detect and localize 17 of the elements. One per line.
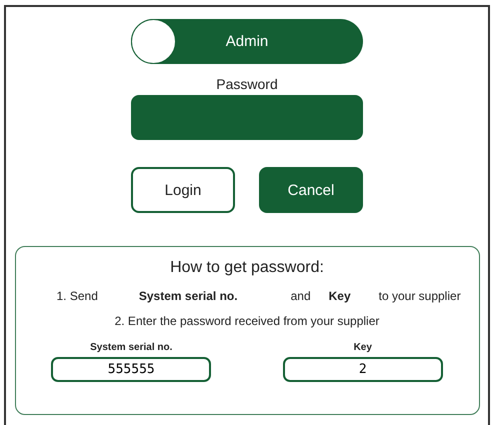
password-field[interactable] (131, 95, 363, 140)
serial-field[interactable]: 555555 (51, 357, 212, 382)
key-field[interactable]: 2 (282, 357, 443, 382)
password-label: Password (216, 76, 278, 92)
field-label: System serial no. (90, 342, 172, 353)
field-label: Key (354, 342, 372, 353)
step-text: System serial no. (138, 289, 238, 303)
help-title: How to get password: (170, 259, 324, 277)
step-text: and (290, 289, 311, 303)
toggle-knob (131, 19, 176, 64)
step-text: 1. Send (56, 289, 98, 303)
login-button[interactable]: Login (131, 167, 235, 213)
step-text: 2. Enter the password received from your supplier (114, 314, 380, 328)
role-toggle[interactable]: Admin (131, 19, 363, 64)
step-text: Key (328, 289, 351, 303)
step-text: to your supplier (378, 289, 461, 303)
cancel-button[interactable]: Cancel (259, 167, 363, 213)
